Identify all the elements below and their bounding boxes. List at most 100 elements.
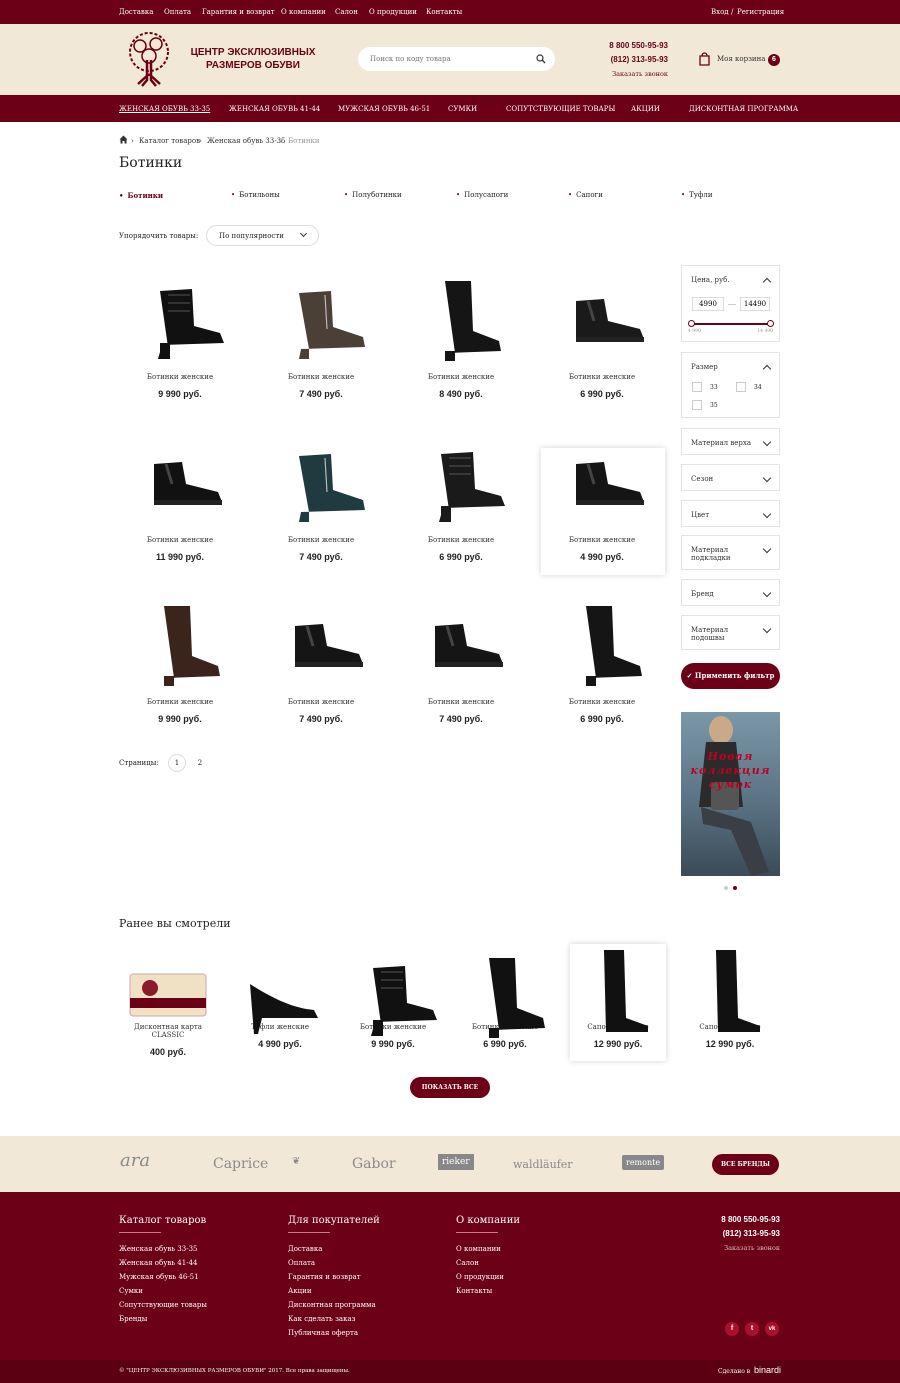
product-boot-image[interactable] bbox=[273, 434, 369, 524]
register-link[interactable]: Регистрация bbox=[737, 8, 784, 16]
product-card[interactable]: Ботинки женские 4 990 руб. bbox=[552, 434, 652, 562]
product-card[interactable]: Ботинки женские 11 990 руб. bbox=[130, 434, 230, 562]
nav-bags[interactable]: СУМКИ bbox=[448, 105, 477, 113]
search-input[interactable] bbox=[370, 51, 530, 67]
footer-link[interactable]: Публичная оферта bbox=[288, 1329, 358, 1337]
product-boot-image[interactable] bbox=[273, 271, 369, 361]
product-card[interactable]: Ботинки женские 6 990 руб. bbox=[411, 434, 511, 562]
product-boot-image[interactable] bbox=[132, 596, 228, 686]
footer-link[interactable]: Акции bbox=[288, 1287, 312, 1295]
header-phone1[interactable]: 8 800 550-95-93 bbox=[590, 41, 668, 50]
footer-link[interactable]: Оплата bbox=[288, 1259, 315, 1267]
recent-item[interactable]: Ботинки женские6 990 руб. bbox=[455, 948, 555, 1049]
brand-leaf-icon[interactable]: ❦ bbox=[292, 1156, 300, 1167]
brand-gabor[interactable]: Gabor bbox=[352, 1156, 396, 1172]
product-boot-image[interactable] bbox=[273, 596, 369, 686]
header-callback-link[interactable]: Заказать звонок bbox=[590, 70, 668, 78]
footer-phone2[interactable]: (812) 313-95-93 bbox=[690, 1229, 780, 1238]
search-icon[interactable] bbox=[536, 54, 546, 64]
product-card[interactable]: Ботинки женские 7 490 руб. bbox=[271, 434, 371, 562]
product-card[interactable]: Ботинки женские 9 990 руб. bbox=[130, 271, 230, 399]
size-checkbox-35[interactable] bbox=[692, 400, 702, 410]
product-boot-image[interactable] bbox=[554, 271, 650, 361]
page-2[interactable]: 2 bbox=[193, 754, 207, 772]
footer-link[interactable]: Женская обувь 33-35 bbox=[119, 1245, 198, 1253]
top-link-payment[interactable]: Оплата bbox=[164, 8, 191, 16]
show-all-button[interactable]: ПОКАЗАТЬ ВСЕ bbox=[410, 1077, 490, 1098]
top-link-delivery[interactable]: Доставка bbox=[119, 8, 153, 16]
subcat-lowboots[interactable]: • Полуботинки bbox=[344, 191, 402, 199]
price-min-input[interactable] bbox=[692, 297, 724, 311]
product-name[interactable]: Ботинки женские bbox=[130, 373, 230, 381]
product-boot-image[interactable] bbox=[413, 271, 509, 361]
nav-women-41-44[interactable]: ЖЕНСКАЯ ОБУВЬ 41-44 bbox=[229, 105, 320, 113]
recent-item[interactable]: Сапоги женские12 990 руб. bbox=[680, 948, 780, 1049]
filter-color[interactable]: Цвет bbox=[681, 500, 780, 527]
product-name[interactable]: Ботинки женские bbox=[552, 536, 652, 544]
cart-icon[interactable] bbox=[698, 52, 711, 66]
product-boot-image[interactable] bbox=[413, 596, 509, 686]
footer-link[interactable]: Женская обувь 41-44 bbox=[119, 1259, 198, 1267]
product-card[interactable]: Ботинки женские 9 990 руб. bbox=[130, 596, 230, 724]
product-name[interactable]: Ботинки женские bbox=[271, 373, 371, 381]
filter-sole[interactable]: Материал подошвы bbox=[681, 615, 780, 650]
top-link-about[interactable]: О компании bbox=[281, 8, 326, 16]
promo-banner[interactable]: Новая коллекция сумок bbox=[681, 712, 780, 876]
footer-link[interactable]: Сумки bbox=[119, 1287, 143, 1295]
subcat-ankle[interactable]: • Ботильоны bbox=[231, 191, 280, 199]
product-name[interactable]: Ботинки женские bbox=[552, 698, 652, 706]
logo-tree-icon[interactable] bbox=[120, 30, 178, 88]
twitter-icon[interactable]: t bbox=[745, 1322, 759, 1336]
vk-icon[interactable]: vk bbox=[765, 1322, 779, 1336]
product-boot-image[interactable] bbox=[413, 434, 509, 524]
product-name[interactable]: Ботинки женские bbox=[130, 536, 230, 544]
nav-sales[interactable]: АКЦИИ bbox=[631, 105, 660, 113]
nav-discount[interactable]: ДИСКОНТНАЯ ПРОГРАММА bbox=[689, 105, 798, 113]
home-icon[interactable] bbox=[119, 135, 128, 144]
product-name[interactable]: Ботинки женские bbox=[271, 536, 371, 544]
footer-link[interactable]: Контакты bbox=[456, 1287, 492, 1295]
login-link[interactable]: Вход bbox=[711, 8, 729, 16]
product-card[interactable]: Ботинки женские 6 990 руб. bbox=[552, 596, 652, 724]
nav-accessories[interactable]: СОПУТСТВУЮЩИЕ ТОВАРЫ bbox=[506, 105, 615, 113]
recent-item-image[interactable] bbox=[345, 948, 441, 1036]
footer-link[interactable]: Дисконтная программа bbox=[288, 1301, 376, 1309]
apply-filter-button[interactable]: ✓ Применить фильтр bbox=[681, 663, 780, 689]
product-card[interactable]: Ботинки женские 7 490 руб. bbox=[271, 271, 371, 399]
filter-lining[interactable]: Материал подкладки bbox=[681, 535, 780, 570]
footer-link[interactable]: Бренды bbox=[119, 1315, 147, 1323]
recent-item-image[interactable] bbox=[682, 948, 778, 1032]
product-boot-image[interactable] bbox=[132, 271, 228, 361]
footer-link[interactable]: Гарантия и возврат bbox=[288, 1273, 361, 1281]
brand-waldlaufer[interactable]: waldläufer bbox=[513, 1158, 573, 1171]
price-max-handle[interactable] bbox=[767, 320, 774, 327]
recent-item-image[interactable] bbox=[232, 948, 328, 1034]
footer-link[interactable]: Сопутствующие товары bbox=[119, 1301, 207, 1309]
filter-upper-material[interactable]: Материал верха bbox=[681, 428, 780, 455]
brand-rieker[interactable]: rieker bbox=[438, 1154, 474, 1170]
product-name[interactable]: Ботинки женские bbox=[411, 536, 511, 544]
facebook-icon[interactable]: f bbox=[725, 1322, 739, 1336]
top-link-warranty[interactable]: Гарантия и возврат bbox=[202, 8, 275, 16]
product-boot-image[interactable] bbox=[132, 434, 228, 524]
subcat-shoes[interactable]: • Туфли bbox=[681, 191, 713, 199]
sort-select[interactable]: По популярности bbox=[206, 225, 319, 246]
subcat-boots[interactable]: • Ботинки bbox=[119, 191, 163, 200]
top-link-products[interactable]: О продукции bbox=[369, 8, 417, 16]
chevron-up-icon[interactable] bbox=[762, 364, 772, 374]
filter-season[interactable]: Сезон bbox=[681, 464, 780, 491]
header-phone2[interactable]: (812) 313-95-93 bbox=[590, 55, 668, 64]
breadcrumb-catalog[interactable]: Каталог товаров bbox=[139, 137, 200, 145]
chevron-up-icon[interactable] bbox=[762, 277, 772, 287]
brand-caprice[interactable]: Caprice bbox=[213, 1156, 268, 1172]
top-link-contacts[interactable]: Контакты bbox=[426, 8, 462, 16]
filter-brand[interactable]: Бренд bbox=[681, 579, 780, 606]
made-by-brand[interactable]: binardi bbox=[754, 1365, 781, 1375]
all-brands-button[interactable]: ВСЕ БРЕНДЫ bbox=[712, 1154, 779, 1175]
product-name[interactable]: Ботинки женские bbox=[130, 698, 230, 706]
brand-remonte[interactable]: remonte bbox=[622, 1155, 665, 1170]
product-name[interactable]: Ботинки женские bbox=[552, 373, 652, 381]
size-checkbox-33[interactable] bbox=[692, 382, 702, 392]
footer-link[interactable]: Салон bbox=[456, 1259, 479, 1267]
recent-item-image[interactable] bbox=[120, 948, 216, 1018]
